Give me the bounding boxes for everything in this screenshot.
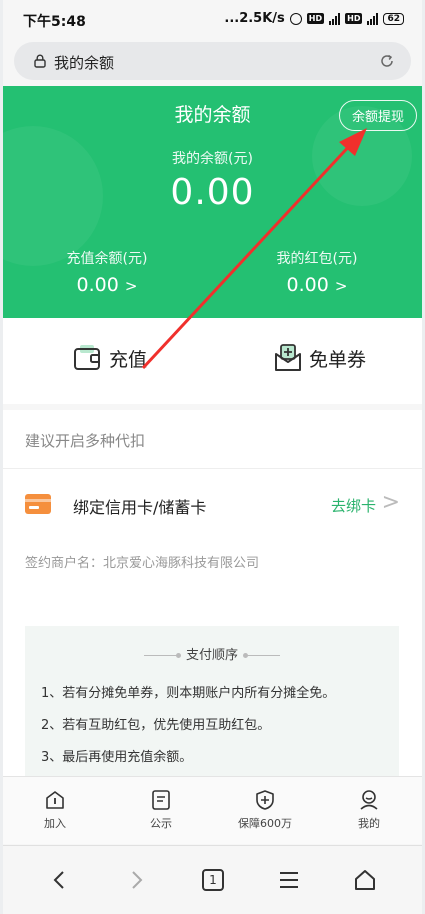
bank-card-icon	[25, 494, 51, 514]
divider	[143, 653, 181, 658]
alarm-icon	[289, 12, 302, 25]
wallet-icon	[74, 345, 100, 370]
bind-card-label: 绑定信用卡/储蓄卡	[73, 498, 207, 517]
battery-icon: 62	[383, 12, 404, 25]
payment-order-title-row: 支付顺序	[25, 644, 399, 663]
bottom-tab-bar: 加入 公示 保障600万 我的	[3, 776, 422, 844]
tab-join[interactable]: 加入	[15, 789, 95, 831]
signal-icon-2	[367, 12, 379, 25]
red-packet-balance[interactable]: 我的红包(元) 0.00 >	[227, 248, 407, 296]
shield-icon	[256, 790, 274, 810]
divider	[3, 468, 422, 469]
signal-icon	[329, 12, 341, 25]
red-packet-value-row: 0.00 >	[227, 274, 407, 296]
reload-icon[interactable]	[379, 53, 395, 69]
tab-label: 我的	[358, 817, 380, 830]
notice-icon	[152, 790, 170, 810]
payment-rule: 2、若有互助红包，优先使用互助红包。	[41, 718, 271, 733]
divider	[243, 653, 280, 658]
back-button[interactable]	[41, 862, 77, 898]
tab-profile[interactable]: 我的	[329, 789, 409, 831]
browser-nav-bar: 1	[3, 845, 422, 914]
profile-icon	[360, 790, 378, 810]
network-speed: ...2.5K/s	[224, 11, 285, 26]
join-icon	[46, 791, 64, 809]
tabs-count: 1	[209, 873, 217, 887]
status-time: 下午5:48	[23, 14, 86, 30]
menu-button[interactable]	[271, 862, 307, 898]
recharge-label: 充值	[109, 348, 148, 371]
balance-value: 0.00	[170, 172, 255, 213]
hd-badge-2: HD	[345, 13, 363, 24]
tab-protection[interactable]: 保障600万	[225, 789, 305, 831]
recharge-balance-value-row: 0.00 >	[17, 274, 197, 296]
home-button[interactable]	[347, 862, 383, 898]
app-frame: 下午5:48 ...2.5K/s HD HD 62 我的余额 我的余额 余额提现…	[3, 0, 422, 914]
free-coupon-button[interactable]: 免单券	[273, 344, 366, 372]
chevron-left-icon	[53, 871, 64, 889]
status-bar: 下午5:48 ...2.5K/s HD HD 62	[3, 0, 422, 38]
balance-label: 我的余额(元)	[172, 151, 253, 167]
chevron-right-icon: >	[381, 490, 400, 515]
chevron-right-icon: >	[124, 277, 138, 295]
tabs-button[interactable]: 1	[195, 862, 231, 898]
payment-order-box: 支付顺序 1、若有分摊免单券，则本期账户内所有分摊全免。 2、若有互助红包，优先…	[25, 626, 399, 786]
hd-badge: HD	[306, 13, 325, 24]
suggest-text: 建议开启多种代扣	[25, 432, 146, 450]
menu-icon	[280, 872, 298, 888]
recharge-button[interactable]: 充值	[73, 344, 147, 372]
tab-label: 公示	[150, 817, 172, 830]
tabs-icon: 1	[202, 869, 224, 891]
chevron-right-icon	[132, 871, 143, 889]
payment-settings-card: 建议开启多种代扣 绑定信用卡/储蓄卡 去绑卡 > 签约商户名：北京爱心海豚科技有…	[3, 410, 422, 786]
tab-notice[interactable]: 公示	[121, 789, 201, 831]
chevron-right-icon: >	[334, 277, 348, 295]
payment-order-title: 支付顺序	[185, 648, 238, 663]
tab-label: 保障600万	[238, 817, 292, 830]
lock-icon	[34, 54, 46, 68]
address-bar[interactable]: 我的余额	[14, 42, 411, 80]
bind-card-row[interactable]: 绑定信用卡/储蓄卡 去绑卡 >	[3, 488, 422, 528]
payment-rule: 1、若有分摊免单券，则本期账户内所有分摊全免。	[41, 686, 336, 701]
payment-rule: 3、最后再使用充值余额。	[41, 750, 193, 765]
page-title: 我的余额	[54, 54, 115, 72]
coupon-icon	[275, 344, 301, 371]
status-icons: ...2.5K/s HD HD 62	[224, 11, 404, 26]
red-packet-label: 我的红包(元)	[276, 251, 358, 267]
recharge-balance-value: 0.00	[76, 274, 119, 296]
red-packet-value: 0.00	[286, 274, 329, 296]
recharge-balance[interactable]: 充值余额(元) 0.00 >	[17, 248, 197, 296]
coupon-label: 免单券	[309, 348, 367, 371]
recharge-balance-label: 充值余额(元)	[66, 251, 148, 267]
withdraw-button[interactable]: 余额提现	[338, 100, 417, 131]
merchant-name: 签约商户名：北京爱心海豚科技有限公司	[25, 556, 260, 571]
home-icon	[355, 870, 375, 890]
bind-card-link[interactable]: 去绑卡	[331, 495, 376, 516]
action-row: 充值 免单券	[3, 318, 422, 404]
tab-label: 加入	[44, 817, 66, 830]
balance-header: 我的余额 余额提现 我的余额(元) 0.00 充值余额(元) 0.00 > 我的红…	[3, 86, 422, 318]
forward-button[interactable]	[119, 862, 155, 898]
